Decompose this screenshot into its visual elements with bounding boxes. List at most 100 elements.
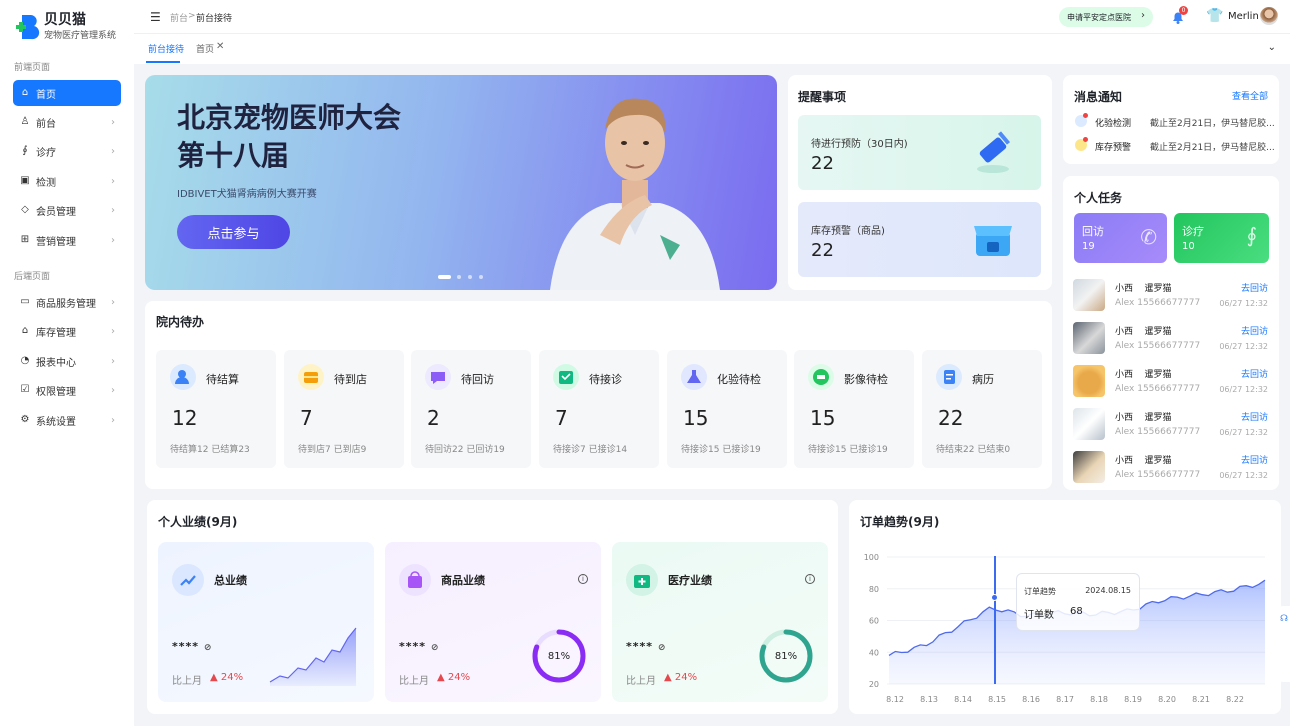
- sidebar-item-treatment[interactable]: ∮ 诊疗 ›: [13, 138, 121, 164]
- perf-masked-value: **** ⊘: [399, 640, 440, 653]
- close-tab-icon[interactable]: ✕: [216, 41, 224, 52]
- todo-lab[interactable]: 化验待检 15 待接诊15 已接诊19: [667, 350, 787, 468]
- reception-icon: ♙: [20, 116, 30, 127]
- followup-link[interactable]: 去回访: [1241, 453, 1268, 466]
- imaging-icon: [808, 364, 834, 390]
- sidebar-item-permissions[interactable]: ☑ 权限管理 ›: [13, 377, 121, 403]
- notification-badge: 0: [1179, 6, 1188, 15]
- carousel-dot-active[interactable]: [438, 275, 451, 279]
- todo-reception[interactable]: 待接诊 7 待接诊7 已接诊14: [539, 350, 659, 468]
- store-icon: [974, 226, 1012, 256]
- message-text: 截止至2月21日，伊马替尼胶...: [1150, 143, 1275, 153]
- box-icon: ▭: [20, 296, 30, 307]
- task-tile-treatment[interactable]: 诊疗 10 ∮: [1174, 213, 1269, 263]
- tooltip-label: 订单数: [1024, 610, 1054, 621]
- followup-link[interactable]: 去回访: [1241, 324, 1268, 337]
- chevron-down-icon[interactable]: ⌄: [1268, 42, 1276, 53]
- todo-arrival[interactable]: 待到店 7 待到店7 已到店9: [284, 350, 404, 468]
- sidebar-item-marketing[interactable]: ⊞ 营销管理 ›: [13, 227, 121, 253]
- sidebar-item-testing[interactable]: ▣ 检测 ›: [13, 168, 121, 194]
- avatar[interactable]: [1260, 7, 1278, 25]
- join-button[interactable]: 点击参与: [177, 215, 290, 249]
- owner-phone: Alex 15566677777: [1115, 384, 1201, 394]
- followup-link[interactable]: 去回访: [1241, 367, 1268, 380]
- carousel-dot[interactable]: [457, 275, 461, 279]
- user-name[interactable]: Merlin: [1228, 11, 1259, 22]
- sidebar-item-members[interactable]: ◇ 会员管理 ›: [13, 197, 121, 223]
- sidebar-item-inventory[interactable]: ⌂ 库存管理 ›: [13, 318, 121, 344]
- chevron-right-icon: ›: [111, 175, 115, 187]
- todo-detail: 待结算12 已结算23: [170, 445, 250, 455]
- pet-name: 小西 暹罗猫: [1115, 370, 1172, 380]
- task-tile-followup[interactable]: 回访 19 ✆: [1074, 213, 1167, 263]
- tab-home[interactable]: 首页: [196, 42, 214, 55]
- todo-value: 12: [172, 406, 198, 430]
- menu-toggle-icon[interactable]: ☰: [150, 10, 161, 24]
- info-icon[interactable]: i: [578, 574, 588, 584]
- todo-detail: 待接诊15 已接诊19: [681, 445, 761, 455]
- perf-medical[interactable]: 医疗业绩 i **** ⊘ 比上月 ▲ 24% 81%: [612, 542, 828, 702]
- floating-help-tab[interactable]: ☊: [1279, 606, 1290, 682]
- breadcrumb-current: 前台接待: [196, 14, 233, 24]
- perf-percent: ▲ 24%: [437, 672, 471, 683]
- info-icon[interactable]: i: [805, 574, 815, 584]
- task-row[interactable]: 小西 暹罗猫 Alex 15566677777 去回访 06/27 12:32: [1073, 279, 1273, 317]
- message-item[interactable]: 化验检测 截止至2月21日，伊马替尼胶...: [1075, 113, 1275, 131]
- todo-label: 待到店: [334, 373, 367, 386]
- banner[interactable]: 北京宠物医师大会 第十八届 IDBIVET犬猫肾病病例大赛开赛 点击参与: [145, 75, 777, 290]
- perf-product[interactable]: 商品业绩 i **** ⊘ 比上月 ▲ 24% 81%: [385, 542, 601, 702]
- sidebar-item-reports[interactable]: ◔ 报表中心 ›: [13, 348, 121, 374]
- task-row[interactable]: 小西 暹罗猫 Alex 15566677777 去回访 06/27 12:32: [1073, 408, 1273, 446]
- pet-name: 小西 暹罗猫: [1115, 284, 1172, 294]
- reminder-label: 待进行预防（30日内): [811, 139, 908, 150]
- sidebar-item-reception[interactable]: ♙ 前台 ›: [13, 109, 121, 135]
- reminder-prevention[interactable]: 待进行预防（30日内) 22: [798, 115, 1041, 190]
- sidebar-item-home[interactable]: ⌂ 首页: [13, 80, 121, 106]
- notification-button[interactable]: 0: [1170, 6, 1188, 25]
- todo-settlement[interactable]: 待结算 12 待结算12 已结算23: [156, 350, 276, 468]
- reminder-stock[interactable]: 库存预警（商品) 22: [798, 202, 1041, 277]
- perf-percent: ▲ 24%: [210, 672, 244, 683]
- headset-icon: ☊: [1280, 614, 1288, 624]
- x-tick-label: 8.12: [886, 695, 904, 704]
- todo-records[interactable]: 病历 22 待结束22 已结束0: [922, 350, 1042, 468]
- sidebar-item-label: 前台: [36, 118, 56, 130]
- sidebar-item-settings[interactable]: ⚙ 系统设置 ›: [13, 407, 121, 433]
- view-all-link[interactable]: 查看全部: [1232, 89, 1268, 102]
- task-row[interactable]: 小西 暹罗猫 Alex 15566677777 去回访 06/27 12:32: [1073, 322, 1273, 360]
- todo-value: 15: [683, 406, 709, 430]
- task-tile-label: 诊疗: [1182, 225, 1204, 238]
- carousel-dot[interactable]: [479, 275, 483, 279]
- task-row[interactable]: 小西 暹罗猫 Alex 15566677777 去回访 06/27 12:32: [1073, 451, 1273, 489]
- apply-hospital-button[interactable]: 申请平安定点医院 ›: [1059, 7, 1153, 27]
- todo-label: 待结算: [206, 373, 239, 386]
- sidebar-item-label: 系统设置: [36, 416, 76, 428]
- task-time: 06/27 12:32: [1219, 428, 1268, 437]
- todo-followup[interactable]: 待回访 2 待回访22 已回访19: [411, 350, 531, 468]
- perf-compare-label: 比上月: [626, 676, 656, 687]
- tooltip-point: [991, 594, 998, 601]
- messages-card: 消息通知 查看全部 化验检测 截止至2月21日，伊马替尼胶... 库存预警 截止…: [1063, 75, 1279, 164]
- perf-total[interactable]: 总业绩 **** ⊘ 比上月 ▲ 24%: [158, 542, 374, 702]
- followup-link[interactable]: 去回访: [1241, 410, 1268, 423]
- todo-value: 7: [300, 406, 313, 430]
- todo-detail: 待接诊15 已接诊19: [808, 445, 888, 455]
- shirt-icon[interactable]: 👕: [1206, 8, 1223, 24]
- task-row[interactable]: 小西 暹罗猫 Alex 15566677777 去回访 06/27 12:32: [1073, 365, 1273, 403]
- x-tick-label: 8.18: [1090, 695, 1108, 704]
- sidebar-item-products[interactable]: ▭ 商品服务管理 ›: [13, 289, 121, 315]
- message-item[interactable]: 库存预警 截止至2月21日，伊马替尼胶...: [1075, 137, 1275, 155]
- breadcrumb-parent[interactable]: 前台: [170, 11, 188, 24]
- app-name: 贝贝猫: [44, 12, 86, 28]
- todo-value: 7: [555, 406, 568, 430]
- todo-imaging[interactable]: 影像待检 15 待接诊15 已接诊19: [794, 350, 914, 468]
- followup-link[interactable]: 去回访: [1241, 281, 1268, 294]
- tab-reception[interactable]: 前台接待: [148, 42, 184, 55]
- perf-title: 总业绩: [214, 574, 247, 587]
- tab-bar: 前台接待 首页 ✕ ⌄: [134, 34, 1290, 64]
- carousel-dot[interactable]: [468, 275, 472, 279]
- pet-name: 小西 暹罗猫: [1115, 413, 1172, 423]
- reminder-value: 22: [811, 240, 834, 261]
- message-tag: 化验检测: [1095, 119, 1132, 129]
- x-tick-label: 8.21: [1192, 695, 1210, 704]
